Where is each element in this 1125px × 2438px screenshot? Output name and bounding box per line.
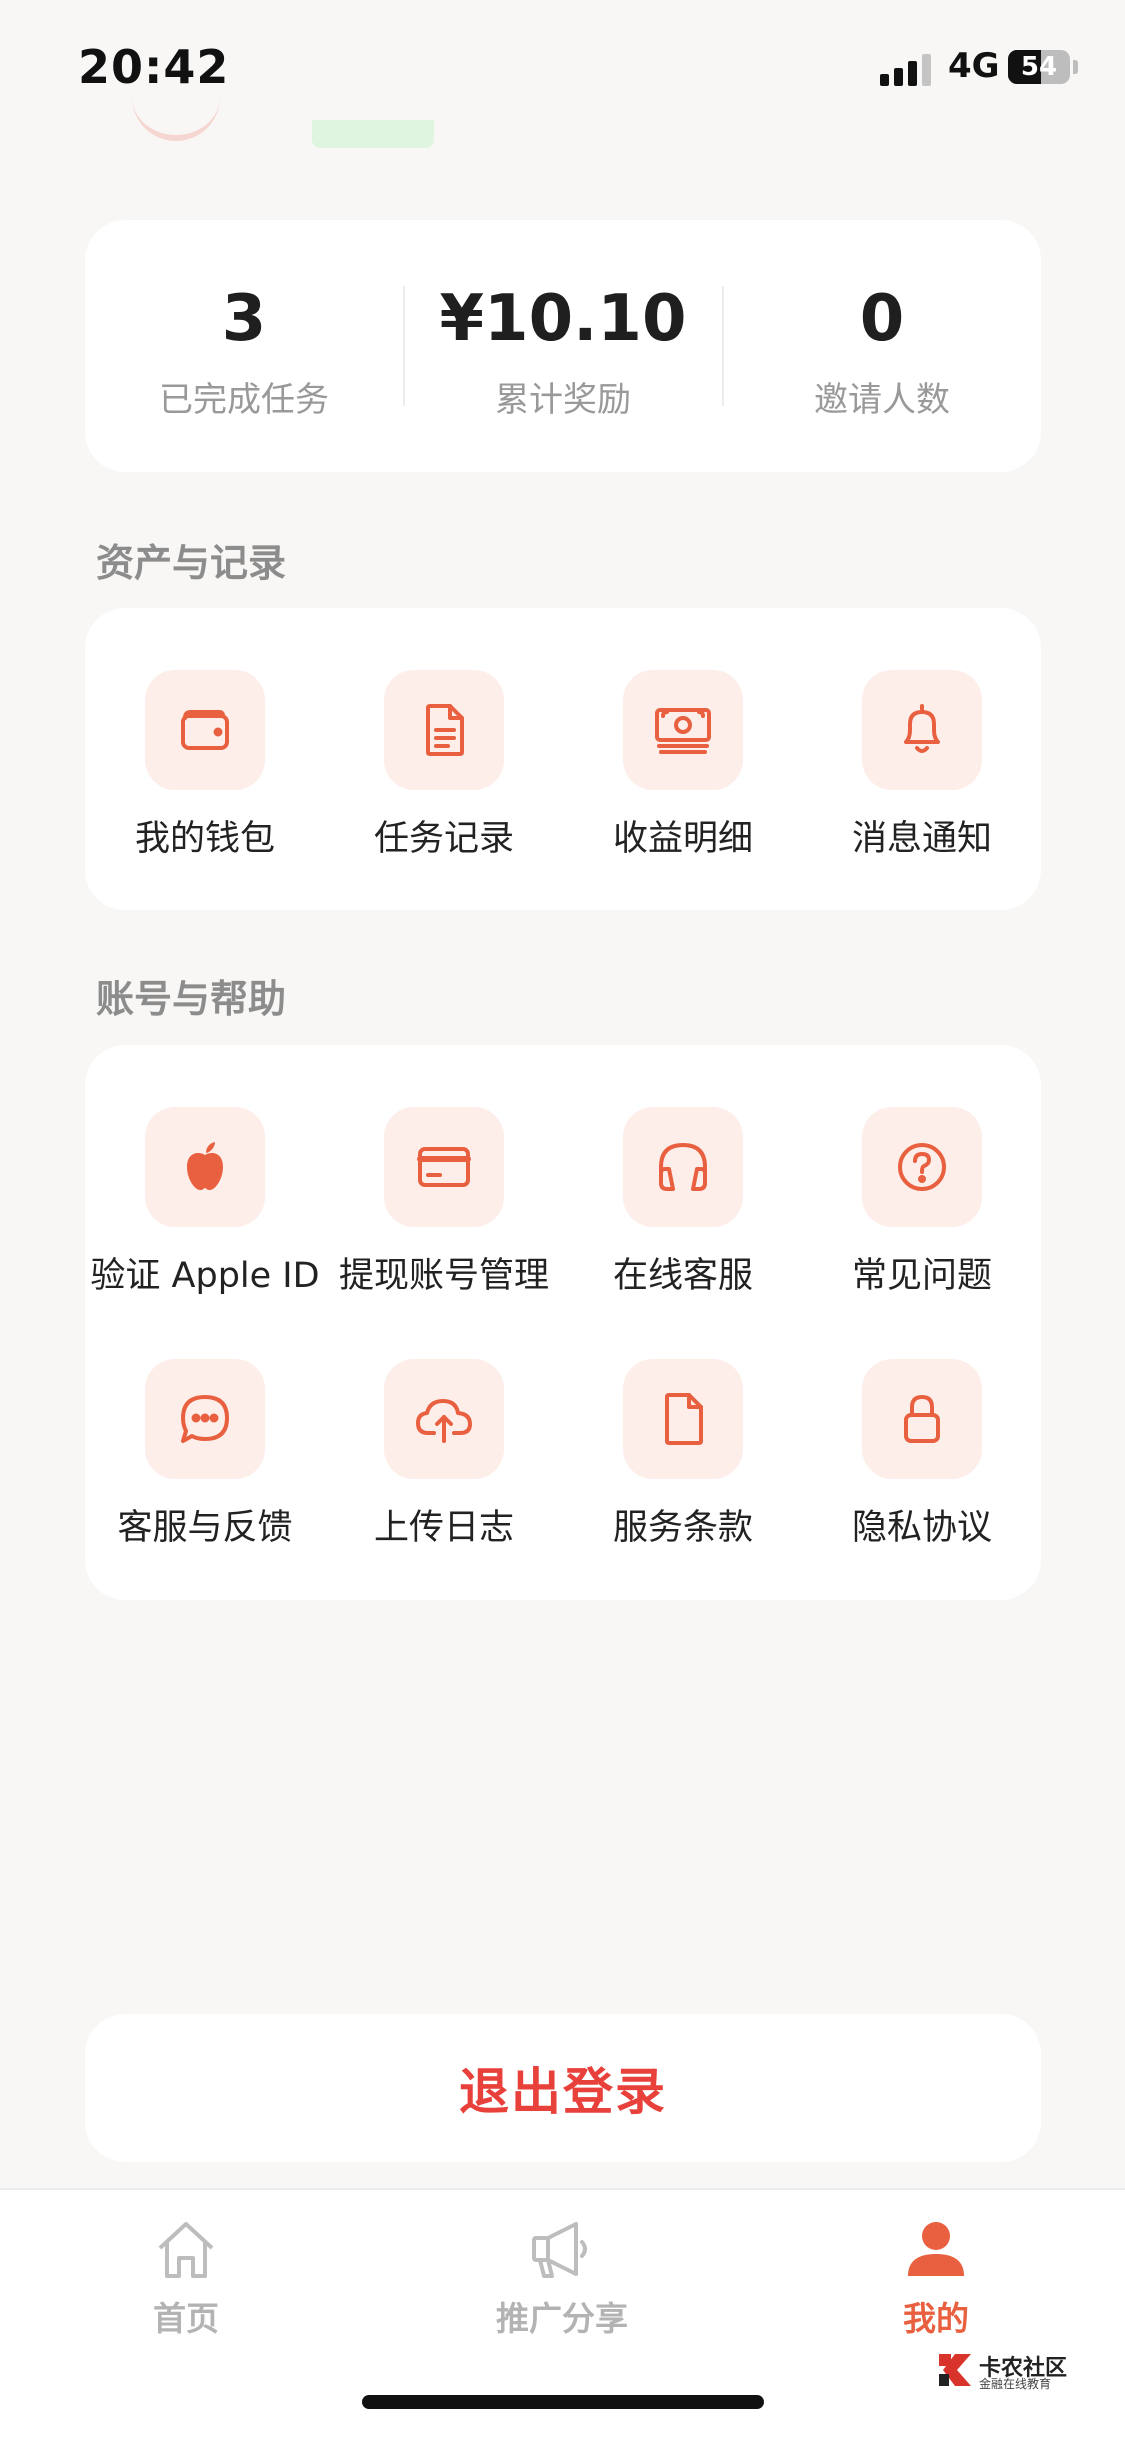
apple-icon [145,1107,265,1227]
menu-item-wallet[interactable]: 我的钱包 [85,670,325,870]
menu-item-withdraw-accounts[interactable]: 提现账号管理 [324,1107,564,1307]
lock-icon [862,1359,982,1479]
tab-mine[interactable]: 我的 [836,2214,1036,2340]
file-icon [623,1359,743,1479]
menu-item-label: 服务条款 [612,1508,753,1548]
home-icon [158,2222,214,2278]
menu-item-label: 客服与反馈 [117,1508,293,1548]
tab-label: 首页 [153,2299,219,2338]
stat-value: ¥10.10 [439,282,687,356]
credit-card-icon [384,1107,504,1227]
battery-tip [1073,60,1078,74]
menu-item-notifications[interactable]: 消息通知 [802,670,1042,870]
document-list-icon [384,670,504,790]
tab-label: 推广分享 [496,2299,628,2338]
status-badge [312,120,434,148]
battery-level: 54 [1020,52,1058,82]
stat-value: 3 [221,282,267,356]
avatar [132,95,220,141]
cash-icon [623,670,743,790]
menu-item-support-feedback[interactable]: 客服与反馈 [85,1359,325,1559]
home-indicator [362,2395,764,2409]
watermark: 卡农社区 金融在线教育 [935,2350,1085,2394]
stat-label: 累计奖励 [495,380,631,420]
logout-button[interactable]: 退出登录 [85,2014,1041,2162]
tab-label: 我的 [903,2299,969,2338]
menu-item-label: 任务记录 [373,819,514,859]
status-time: 20:42 [78,40,230,94]
menu-item-label: 上传日志 [373,1508,514,1548]
menu-item-label: 隐私协议 [851,1508,992,1548]
stat-value: 0 [859,282,905,356]
network-type: 4G [948,46,1000,86]
watermark-logo-icon [939,2354,971,2386]
menu-item-privacy-policy[interactable]: 隐私协议 [802,1359,1042,1559]
stat-invited-count[interactable]: 0 邀请人数 [723,220,1041,472]
menu-item-faq[interactable]: 常见问题 [802,1107,1042,1307]
menu-item-task-records[interactable]: 任务记录 [324,670,564,870]
tab-promote-share[interactable]: 推广分享 [462,2214,662,2340]
menu-item-label: 在线客服 [612,1256,753,1296]
stat-completed-tasks[interactable]: 3 已完成任务 [85,220,403,472]
menu-item-label: 消息通知 [851,819,992,859]
stat-label: 已完成任务 [159,380,329,420]
menu-item-label: 我的钱包 [134,819,275,859]
wallet-icon [145,670,265,790]
tab-home[interactable]: 首页 [86,2214,286,2340]
chat-bubble-icon [145,1359,265,1479]
menu-item-upload-logs[interactable]: 上传日志 [324,1359,564,1559]
menu-item-verify-apple-id[interactable]: 验证 Apple ID [85,1107,325,1307]
question-circle-icon [862,1107,982,1227]
cloud-upload-icon [384,1359,504,1479]
person-icon [908,2222,964,2276]
menu-item-label: 验证 Apple ID [90,1256,320,1296]
battery-icon: 54 [1008,50,1070,84]
megaphone-icon [532,2222,587,2278]
menu-item-label: 收益明细 [612,819,753,859]
assets-card: 我的钱包 任务记录 收益明细 消息通知 [85,608,1041,910]
bell-icon [862,670,982,790]
menu-item-terms-of-service[interactable]: 服务条款 [563,1359,803,1559]
logout-label: 退出登录 [459,2063,667,2121]
headphones-icon [623,1107,743,1227]
section-title-account: 账号与帮助 [96,977,287,1021]
stats-card: 3 已完成任务 ¥10.10 累计奖励 0 邀请人数 [85,220,1041,472]
menu-item-label: 提现账号管理 [338,1256,549,1296]
menu-item-label: 常见问题 [851,1256,992,1296]
section-title-assets: 资产与记录 [96,541,287,585]
menu-item-online-support[interactable]: 在线客服 [563,1107,803,1307]
account-card: 验证 Apple ID 提现账号管理 在线客服 常见问题 客服与反馈 上传日志 … [85,1045,1041,1600]
watermark-subtitle: 金融在线教育 [979,2377,1052,2391]
signal-icon [880,54,931,86]
menu-item-earnings-detail[interactable]: 收益明细 [563,670,803,870]
stat-label: 邀请人数 [814,380,950,420]
stat-total-reward[interactable]: ¥10.10 累计奖励 [404,220,722,472]
